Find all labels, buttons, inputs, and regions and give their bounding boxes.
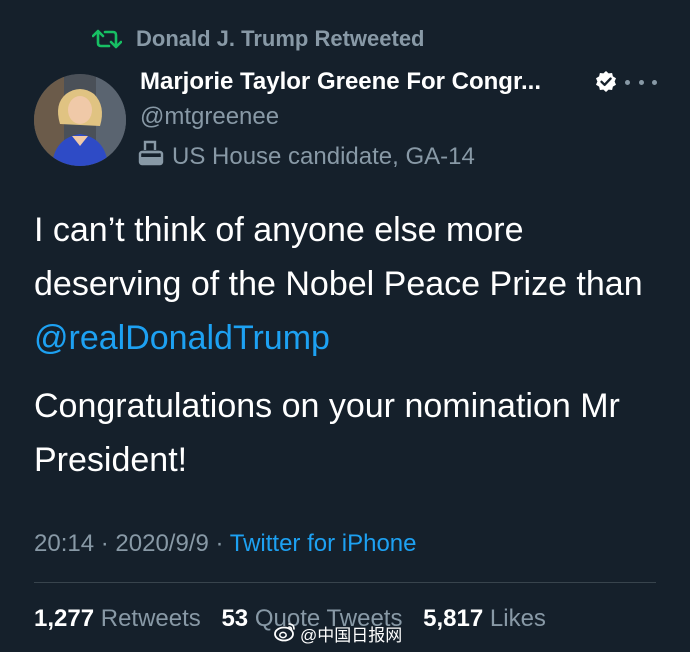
more-options-icon[interactable]: [625, 70, 657, 94]
tweet-date[interactable]: 2020/9/9: [115, 530, 208, 557]
author-handle[interactable]: @mtgreenee: [140, 102, 279, 132]
quotes-count: 53: [221, 605, 249, 632]
ballot-box-icon: [138, 140, 164, 174]
watermark: @中国日报网: [274, 622, 402, 650]
mention-link[interactable]: @realDonaldTrump: [34, 319, 330, 357]
avatar[interactable]: [34, 74, 126, 166]
bio-text: US House candidate, GA-14: [172, 143, 475, 170]
weibo-icon: [274, 622, 296, 650]
divider: [34, 582, 656, 583]
tweet-text-1: I can’t think of anyone else more deserv…: [34, 211, 643, 303]
likes-count: 5,817: [423, 605, 484, 632]
retweet-header[interactable]: Donald J. Trump Retweeted: [92, 24, 425, 54]
tweet-time[interactable]: 20:14: [34, 530, 94, 557]
verified-badge-icon: [594, 70, 618, 94]
retweet-label: Donald J. Trump Retweeted: [136, 26, 425, 51]
tweet-body: I can’t think of anyone else more deserv…: [34, 203, 664, 487]
retweets-count: 1,277: [34, 605, 95, 632]
tweet-source-link[interactable]: Twitter for iPhone: [230, 530, 417, 557]
watermark-text: @中国日报网: [300, 626, 403, 645]
retweet-icon: [92, 28, 122, 50]
retweets-label: Retweets: [100, 605, 201, 632]
tweet-meta: 20:14 · 2020/9/9 · Twitter for iPhone: [34, 528, 416, 560]
likes-label: Likes: [489, 605, 546, 632]
meta-separator: ·: [215, 530, 224, 557]
bio-label: US House candidate, GA-14: [138, 140, 475, 174]
author-name[interactable]: Marjorie Taylor Greene For Congr...: [140, 66, 541, 98]
likes-stat[interactable]: 5,817 Likes: [423, 605, 546, 632]
tweet-paragraph-2: Congratulations on your nomination Mr Pr…: [34, 387, 620, 479]
tweet-paragraph-1: I can’t think of anyone else more deserv…: [34, 203, 664, 365]
meta-separator: ·: [100, 530, 109, 557]
retweets-stat[interactable]: 1,277 Retweets: [34, 605, 201, 632]
